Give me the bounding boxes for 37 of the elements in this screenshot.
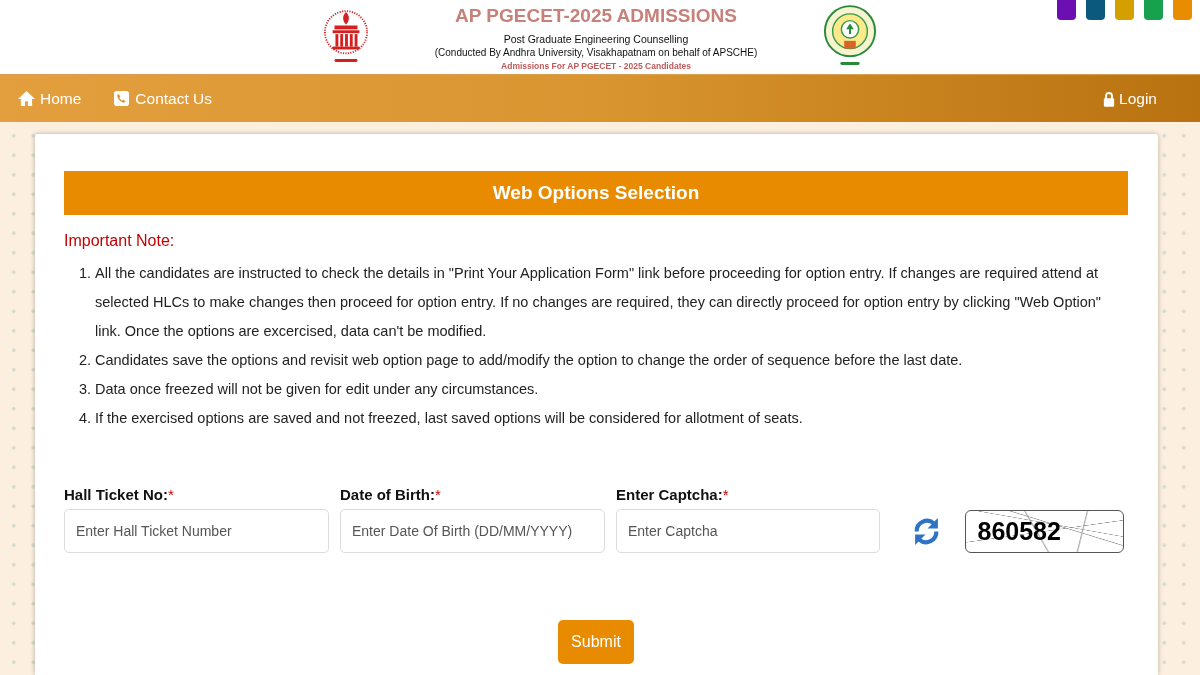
required-asterisk: * [167, 486, 174, 503]
theme-color-swatch[interactable] [1173, 0, 1192, 20]
theme-color-swatch[interactable] [1115, 0, 1134, 20]
text-input[interactable]: Enter Date Of Birth (DD/MM/YYYY) [340, 509, 605, 553]
note-text: Candidates save the options and revisit web option page to add/modify the option to change the order of sequence before the last date. [95, 351, 964, 370]
theme-color-swatch[interactable] [1144, 0, 1163, 20]
tagline-text: Admissions For AP PGECET - 2025 Candidates [501, 60, 691, 73]
nav-link[interactable]: Home [18, 89, 82, 108]
theme-color-swatch[interactable] [1057, 0, 1076, 20]
submit-button[interactable]: Submit [558, 620, 634, 664]
site-subtitle: Post Graduate Engineering Counselling [503, 32, 689, 46]
note-heading: Important Note: [64, 231, 175, 251]
text-input[interactable]: Enter Hall Ticket Number [64, 509, 329, 553]
lock-icon [1103, 90, 1116, 107]
list-number: 4. [79, 409, 93, 428]
note-text: If the exercised options are saved and not freezed, last saved options will be considered for allotment of seats. [95, 409, 804, 428]
field-label: Hall Ticket No: [64, 486, 168, 503]
field-label: Date of Birth: [340, 486, 435, 503]
theme-color-swatch[interactable] [1086, 0, 1105, 20]
phone-icon [113, 91, 131, 106]
section-heading-bar: Web Options Selection [64, 171, 1128, 215]
note-text: Data once freezed will not be given for edit under any circumstances. [95, 380, 540, 399]
captcha-code: 860582 [977, 517, 1061, 545]
list-number: 2. [79, 351, 93, 370]
site-title: AP PGECET-2025 ADMISSIONS [455, 4, 737, 28]
home-icon [18, 91, 35, 106]
refresh-icon[interactable] [913, 515, 940, 547]
list-number: 1. [79, 264, 93, 283]
text-input[interactable]: Enter Captcha [616, 509, 880, 553]
field-label: Enter Captcha: [616, 486, 723, 503]
conducted-by-text: (Conducted By Andhra University, Visakhapatnam on behalf of APSCHE) [434, 46, 758, 60]
list-number: 3. [79, 380, 93, 399]
required-asterisk: * [435, 486, 441, 503]
login-link[interactable]: Login [1103, 89, 1157, 108]
note-text: All the candidates are instructed to check the details in "Print Your Application Form" link before proceeding for option entry. If changes are required attend at selected HLCs to make changes then proceed for option entry. If no changes are required, they can directly proceed for option entry by clicking "Web Option" link. Once the options are excercised, data can't be modified. [95, 264, 1102, 341]
nav-link[interactable]: Contact Us [113, 89, 213, 108]
required-asterisk: * [722, 486, 729, 503]
